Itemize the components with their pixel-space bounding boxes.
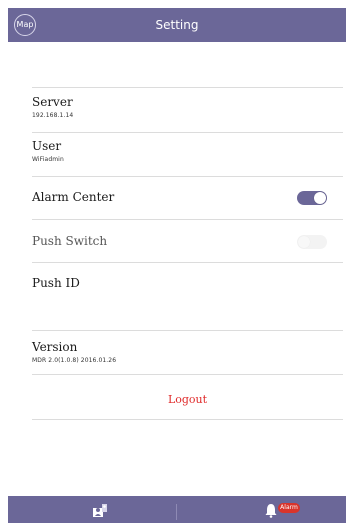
version-row: Version MDR 2.0(1.0.8) 2016.01.26 [32,340,343,364]
user-label: User [32,139,62,153]
push-switch-toggle[interactable] [297,235,327,249]
divider [32,262,343,263]
toggle-knob [314,192,326,204]
bottom-tab-bar: Alarm [8,496,346,523]
server-row[interactable]: Server 192.168.1.14 [32,95,343,119]
alarm-center-row: Alarm Center [32,190,343,205]
bell-icon [265,504,277,518]
user-row[interactable]: User WiFiadmin [32,139,343,163]
version-value: MDR 2.0(1.0.8) 2016.01.26 [32,357,117,364]
divider [32,374,343,375]
version-label: Version [32,340,78,354]
divider [32,87,343,88]
page-title: Setting [155,18,199,32]
divider [32,219,343,220]
tab-contacts[interactable] [92,502,108,518]
push-switch-row: Push Switch [32,234,343,249]
divider [32,330,343,331]
map-button[interactable]: Map [14,14,36,36]
toggle-knob [298,236,310,248]
push-id-row[interactable]: Push ID [32,276,343,293]
contacts-icon [93,504,107,517]
push-id-label: Push ID [32,276,80,290]
user-value: WiFiadmin [32,156,64,163]
divider [32,419,343,420]
app-window: Setting Map Server 192.168.1.14 User WiF… [8,8,346,523]
divider [32,132,343,133]
server-label: Server [32,95,73,109]
server-value: 192.168.1.14 [32,112,74,119]
logout-button[interactable]: Logout [32,393,343,406]
alarm-center-toggle[interactable] [297,191,327,205]
header-bar: Setting Map [8,8,346,42]
tab-separator [176,504,177,520]
tab-alarm[interactable]: Alarm [264,502,308,518]
alarm-badge: Alarm [278,503,300,513]
divider [32,176,343,177]
